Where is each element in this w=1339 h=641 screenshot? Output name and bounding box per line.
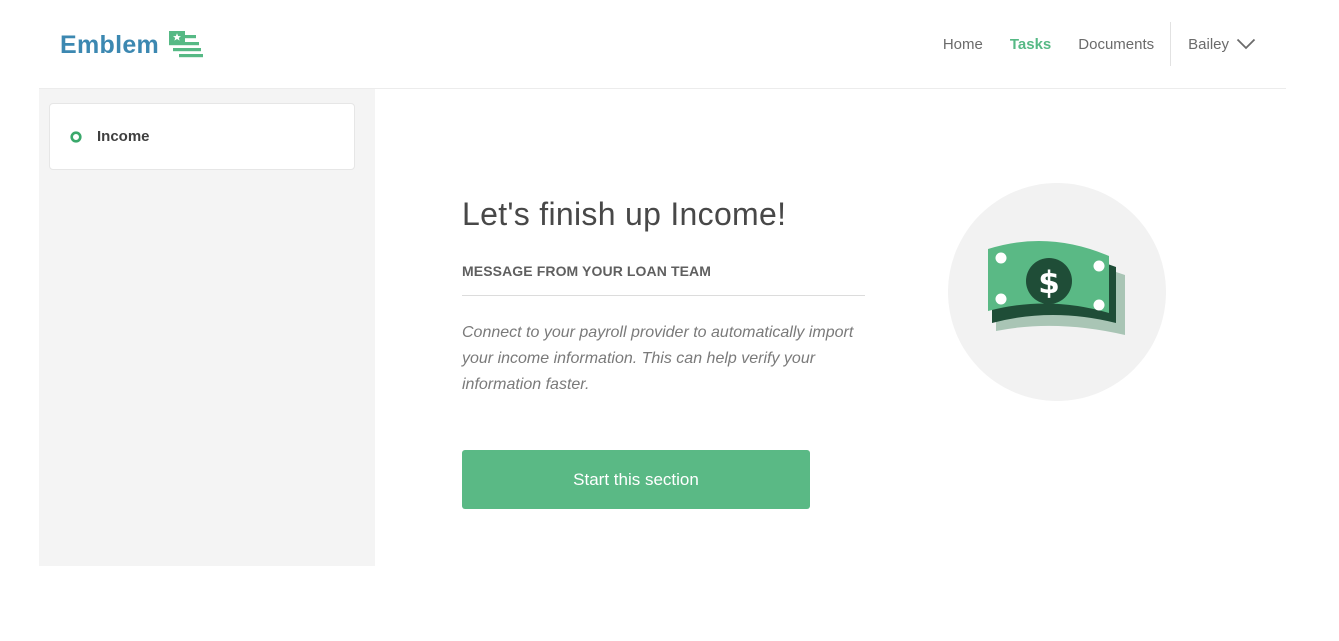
status-ring-icon (70, 130, 82, 143)
top-nav: Home Tasks Documents Bailey (916, 22, 1256, 66)
logo-text: Emblem (60, 30, 160, 59)
user-menu[interactable]: Bailey (1188, 36, 1256, 53)
money-icon: $ (948, 183, 1166, 401)
divider (462, 295, 865, 296)
sidebar-item-label: Income (97, 128, 150, 145)
logo[interactable]: Emblem (60, 27, 205, 63)
nav-home-link[interactable]: Home (943, 36, 983, 53)
page-title: Let's finish up Income! (462, 196, 787, 232)
svg-text:$: $ (1038, 265, 1060, 301)
sidebar-item-income[interactable]: Income (49, 103, 355, 170)
sidebar: Income (39, 89, 375, 566)
chevron-down-icon (1236, 38, 1256, 50)
nav-documents-link[interactable]: Documents (1078, 36, 1154, 53)
header: Emblem Home Tasks Documents Bailey (39, 0, 1286, 89)
flag-icon (169, 31, 204, 58)
user-name: Bailey (1188, 35, 1229, 53)
message-heading: MESSAGE FROM YOUR LOAN TEAM (462, 263, 712, 279)
message-text: Connect to your payroll provider to auto… (462, 324, 854, 393)
nav-divider (1170, 22, 1172, 66)
page: Emblem Home Tasks Documents Bailey Incom… (0, 0, 1339, 641)
start-section-button[interactable]: Start this section (462, 450, 810, 509)
nav-tasks-link[interactable]: Tasks (1010, 36, 1051, 53)
